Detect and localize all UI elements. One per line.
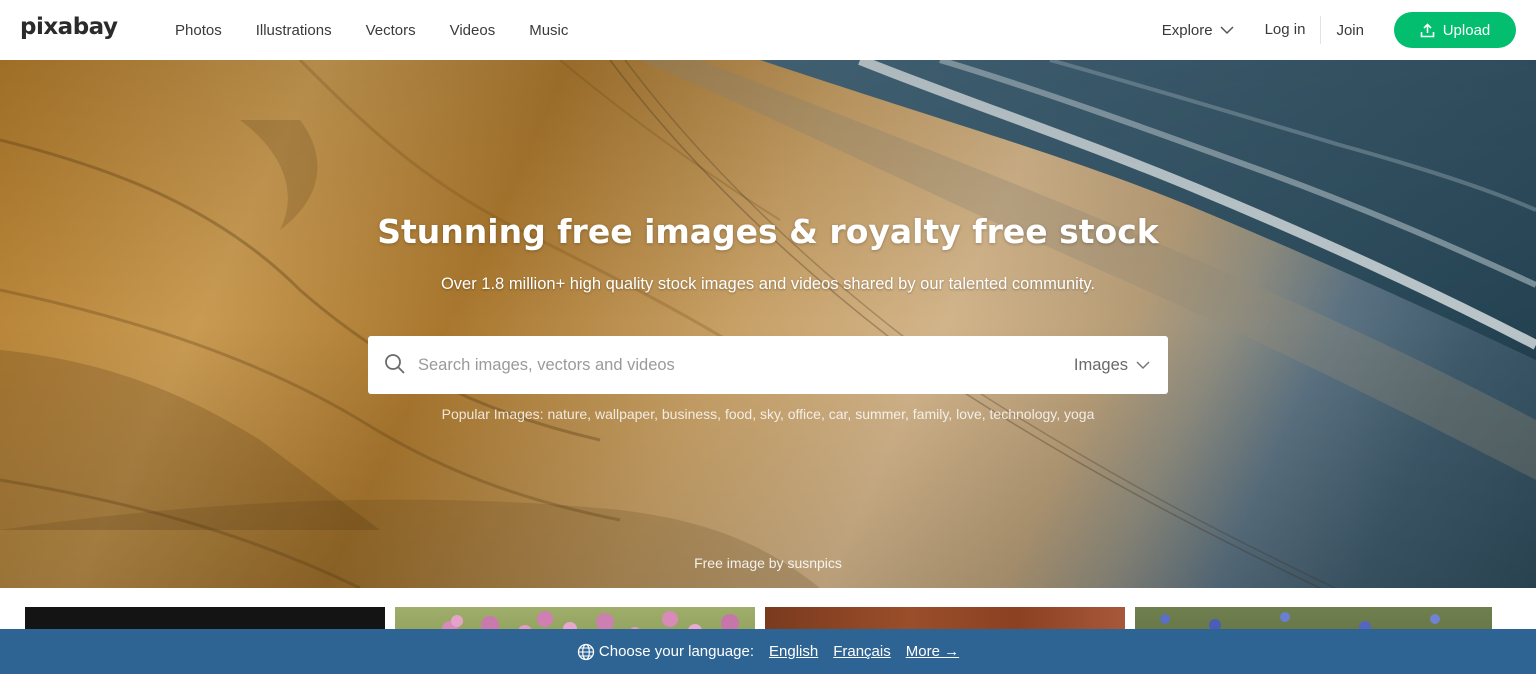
globe-icon [577,643,595,660]
explore-label: Explore [1161,21,1213,39]
popular-label: Popular Images: [441,406,544,422]
upload-label: Upload [1442,21,1491,39]
language-francais[interactable]: Français [833,643,891,660]
pixabay-logo[interactable]: pixabay [20,14,118,40]
language-english[interactable]: English [769,643,818,660]
popular-tag[interactable]: car [829,406,848,422]
nav-actions: Explore Log in Join Upload [1162,0,1516,60]
image-credit[interactable]: Free image by susnpics [0,555,1536,571]
language-label: Choose your language: [598,643,755,660]
popular-tag[interactable]: yoga [1064,406,1094,422]
hero-title: Stunning free images & royalty free stoc… [377,212,1159,251]
top-navigation: pixabay Photos Illustrations Vectors Vid… [0,0,1536,60]
join-link[interactable]: Join [1336,22,1364,39]
popular-tag[interactable]: wallpaper [595,406,654,422]
more-languages-link[interactable]: More → [906,643,959,660]
popular-tag[interactable]: office [788,406,821,422]
upload-button[interactable]: Upload [1394,12,1516,48]
search-bar: Images [368,336,1168,394]
popular-searches: Popular Images: nature, wallpaper, busin… [441,406,1095,422]
popular-tag[interactable]: food [725,406,752,422]
nav-link-videos[interactable]: Videos [450,22,496,39]
popular-tag[interactable]: love [956,406,982,422]
hero-background-image [0,60,1536,588]
nav-link-vectors[interactable]: Vectors [366,22,416,39]
upload-icon [1420,22,1435,37]
language-bar: Choose your language: English Français M… [0,629,1536,674]
search-type-dropdown[interactable]: Images [1074,356,1150,375]
popular-tag[interactable]: family [913,406,949,422]
search-input[interactable] [418,336,1058,394]
search-type-label: Images [1073,356,1128,374]
popular-tag[interactable]: nature [547,406,587,422]
hero-subtitle: Over 1.8 million+ high quality stock ima… [440,275,1096,293]
main-nav: Photos Illustrations Vectors Videos Musi… [175,0,602,60]
popular-tag[interactable]: technology [990,406,1057,422]
explore-menu[interactable]: Explore [1162,22,1234,39]
nav-link-music[interactable]: Music [529,22,568,39]
login-link[interactable]: Log in [1265,16,1322,44]
search-icon[interactable] [384,353,406,375]
hero-banner: Stunning free images & royalty free stoc… [0,60,1536,588]
nav-link-photos[interactable]: Photos [175,22,222,39]
chevron-down-icon [1136,361,1150,370]
popular-tag[interactable]: summer [855,406,905,422]
chevron-down-icon [1220,25,1234,34]
popular-tag[interactable]: sky [760,406,780,422]
popular-tag[interactable]: business [662,406,717,422]
nav-link-illustrations[interactable]: Illustrations [256,22,332,39]
